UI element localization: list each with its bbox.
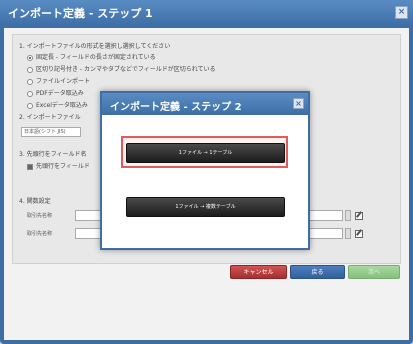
radio-icon[interactable] bbox=[27, 90, 33, 97]
window-close-icon[interactable]: × bbox=[395, 6, 408, 19]
header-row-checkbox[interactable]: 先頭行をフィールド bbox=[27, 161, 90, 170]
back-button[interactable]: 戻る bbox=[290, 265, 345, 279]
format-option-delimited[interactable]: 区切り記号付き - カンマやタブなどでフィールドが区切られている bbox=[27, 64, 216, 73]
window-title: インポート定義 - ステップ 1 bbox=[8, 7, 153, 20]
radio-icon[interactable] bbox=[27, 66, 33, 73]
checkbox-icon[interactable] bbox=[27, 163, 33, 170]
format-option-fixed[interactable]: 固定長 - フィールドの長さが固定されている bbox=[27, 52, 156, 61]
radio-icon[interactable] bbox=[27, 54, 33, 61]
radio-icon[interactable] bbox=[27, 78, 33, 85]
section1-label: 1. インポートファイルの形式を選択し選択してください bbox=[19, 43, 171, 50]
cancel-button[interactable]: キャンセル bbox=[230, 265, 287, 279]
one-file-one-table-button[interactable]: 1ファイル → 1テーブル bbox=[126, 143, 285, 163]
format-option-pdf[interactable]: PDFデータ取込み bbox=[27, 88, 84, 97]
section4-label: 4. 関数設定 bbox=[19, 198, 51, 205]
edit-icon[interactable] bbox=[355, 230, 363, 238]
field-label-1: 取引先名称 bbox=[27, 213, 53, 219]
format-option-file[interactable]: ファイルインポート bbox=[27, 76, 90, 85]
format-option-excel[interactable]: Excelデータ取込み bbox=[27, 100, 88, 109]
modal-close-icon[interactable]: × bbox=[293, 98, 304, 109]
modal-title: インポート定義 - ステップ 2 bbox=[110, 102, 242, 113]
modal-titlebar: インポート定義 - ステップ 2 × bbox=[102, 93, 308, 115]
edit-icon[interactable] bbox=[355, 212, 363, 220]
field-stepper-1[interactable] bbox=[345, 210, 351, 221]
field-label-2: 取引先名称 bbox=[27, 231, 53, 237]
next-button[interactable]: 次へ bbox=[348, 265, 400, 279]
step2-modal: インポート定義 - ステップ 2 × 1ファイル → 1テーブル 1ファイル →… bbox=[100, 91, 310, 250]
field-stepper-2[interactable] bbox=[345, 228, 351, 239]
window-titlebar: インポート定義 - ステップ 1 × bbox=[0, 0, 413, 26]
radio-icon[interactable] bbox=[27, 102, 33, 109]
one-file-multi-table-button[interactable]: 1ファイル → 複数テーブル bbox=[126, 197, 285, 217]
section2-label: 2. インポートファイル bbox=[19, 114, 81, 121]
section3-label: 3. 先頭行をフィールド名 bbox=[19, 151, 87, 158]
encoding-select[interactable]: 日本語(シフト JIS) bbox=[21, 127, 81, 137]
